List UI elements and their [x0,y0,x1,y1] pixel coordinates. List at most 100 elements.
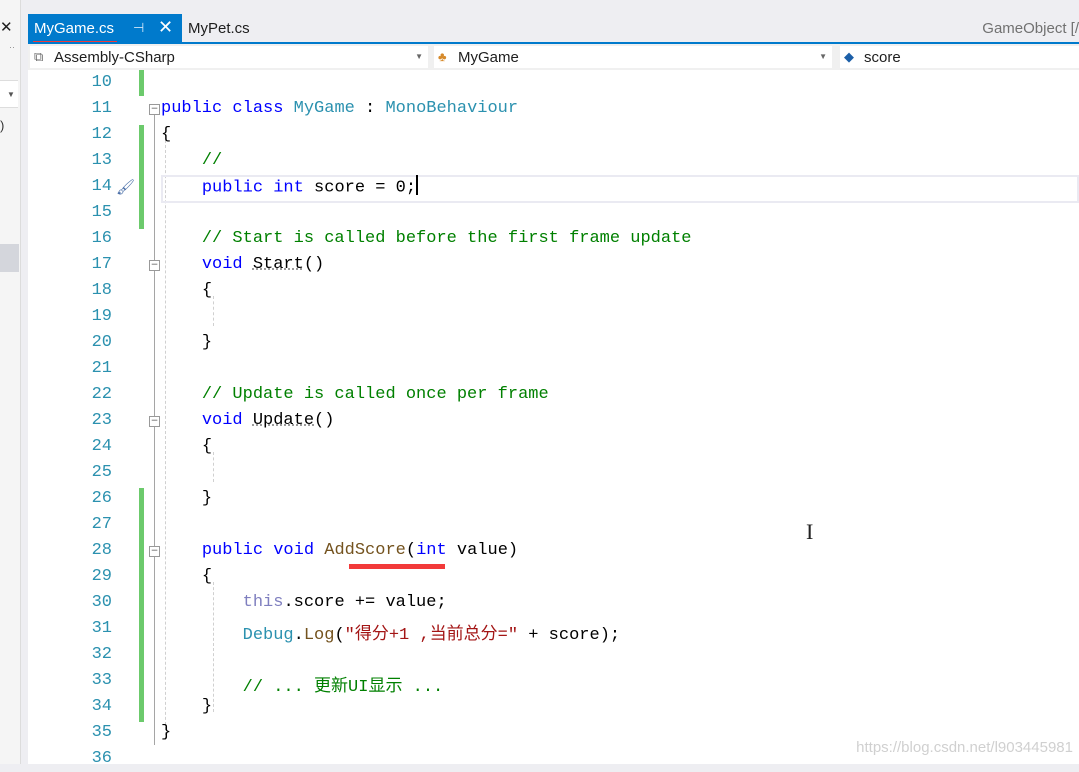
line-number: 10 [91,73,112,92]
annotation-underline [349,564,445,569]
code-text: ( [405,541,417,560]
code-text: { [201,567,213,586]
code-line[interactable]: 13 // [28,148,1079,174]
code-text: { [161,437,212,456]
code-line[interactable]: 10 [28,70,1079,96]
code-text: { [161,125,172,144]
line-number: 12 [91,125,112,144]
code-line[interactable]: 20 } [28,330,1079,356]
type-dropdown[interactable]: ♣ MyGame ▼ [434,46,832,68]
class-name: MyGame [293,99,355,118]
chevron-down-icon: ▼ [819,52,827,61]
quick-actions-brush-icon[interactable]: 🖌 [116,178,135,196]
close-icon[interactable]: ✕ [0,18,13,36]
code-text: this.score += value; [161,593,447,612]
code-line[interactable]: 11 − public class MyGame : MonoBehaviour [28,96,1079,122]
line-number: 13 [91,151,112,170]
code-line[interactable]: 33 // ... 更新UI显示 ... [28,668,1079,697]
project-label: Assembly-CSharp [54,49,175,66]
code-text: } [201,697,213,716]
collapse-icon[interactable]: − [149,546,160,557]
code-line[interactable]: 12 { [28,122,1079,148]
code-text: } [161,489,212,508]
watermark: https://blog.csdn.net/l903445981 [856,739,1073,756]
code-text: () [303,255,325,274]
code-line[interactable]: 21 [28,356,1079,382]
line-number: 16 [91,229,112,248]
panel-dropdown[interactable]: ▼ [0,80,18,108]
code-line[interactable]: 26 } [28,486,1079,512]
navigation-bar: ⧉ Assembly-CSharp ▼ ♣ MyGame ▼ ◆ score [28,44,1079,71]
overflow-icon[interactable]: ·· [9,42,15,52]
tab-gameobject[interactable]: GameObject [/ [982,20,1079,37]
code-line[interactable]: 28 − public void AddScore(int value) [28,538,1079,564]
code-text: score = 0; [303,178,417,198]
code-line[interactable]: 16 // Start is called before the first f… [28,226,1079,252]
tab-mypet-cs[interactable]: MyPet.cs [188,20,250,37]
line-number: 23 [91,411,112,430]
code-line[interactable]: 22 // Update is called once per frame [28,382,1079,408]
code-line[interactable]: 27 [28,512,1079,538]
line-number: 36 [91,749,112,768]
collapse-icon[interactable]: − [149,416,160,427]
collapse-icon[interactable]: − [149,104,160,115]
code-line[interactable]: 15 [28,200,1079,226]
method-name: Start [252,255,304,274]
line-number: 21 [91,359,112,378]
line-number: 19 [91,307,112,326]
separator: : [354,99,386,118]
code-line[interactable]: 19 [28,304,1079,330]
comment: // [201,151,223,170]
code-text: } [201,489,213,508]
collapse-icon[interactable]: − [149,260,160,271]
text-caret [416,175,419,195]
code-line[interactable]: 29 { [28,564,1079,590]
line-number: 35 [91,723,112,742]
keyword: int [273,178,304,198]
line-number: 34 [91,697,112,716]
class-icon: ♣ [438,49,447,64]
panel-selected-row[interactable] [0,244,19,272]
panel-text-fragment: ) [0,118,5,133]
code-text: { [161,567,212,586]
line-number: 18 [91,281,112,300]
code-text: } [161,723,172,742]
code-line[interactable]: 25 [28,460,1079,486]
line-number: 15 [91,203,112,222]
code-text: void Start() [161,255,324,274]
code-line[interactable]: 24 { [28,434,1079,460]
code-text: // Update is called once per frame [161,385,549,404]
pin-icon[interactable]: ⊣ [133,20,144,36]
keyword: class [232,99,284,118]
code-line[interactable]: 30 this.score += value; [28,590,1079,616]
method-name: Update [252,411,315,430]
keyword: public [201,178,264,198]
line-number: 33 [91,671,112,690]
code-line[interactable]: 32 [28,642,1079,668]
member-label: score [864,49,901,66]
member-dropdown[interactable]: ◆ score [840,46,1079,68]
code-text: void Update() [161,411,335,430]
keyword: public [161,99,223,118]
line-number: 28 [91,541,112,560]
code-text: { [161,125,171,144]
code-line[interactable]: 34 } [28,694,1079,720]
project-dropdown[interactable]: ⧉ Assembly-CSharp ▼ [30,46,428,68]
code-line[interactable]: 18 { [28,278,1079,304]
code-line[interactable]: 17 − void Start() [28,252,1079,278]
tab-mygame-cs[interactable]: MyGame.cs ⊣ ✕ [28,14,182,42]
tab-label: MyGame.cs [34,20,115,37]
code-line[interactable]: 31 Debug.Log("得分+1 ,当前总分=" + score); [28,616,1079,645]
close-icon[interactable]: ✕ [158,17,173,38]
code-text: } [161,723,171,742]
line-number: 30 [91,593,112,612]
line-number: 27 [91,515,112,534]
line-number: 17 [91,255,112,274]
code-editor[interactable]: 10 11− public class MyGame : MonoBehaviour… [28,70,1079,768]
line-number: 25 [91,463,112,482]
line-number: 26 [91,489,112,508]
code-text: { [201,437,213,456]
code-line[interactable]: 14 🖌 public int score = 0; [28,174,1079,200]
code-line[interactable]: 23 − void Update() [28,408,1079,434]
line-number: 20 [91,333,112,352]
